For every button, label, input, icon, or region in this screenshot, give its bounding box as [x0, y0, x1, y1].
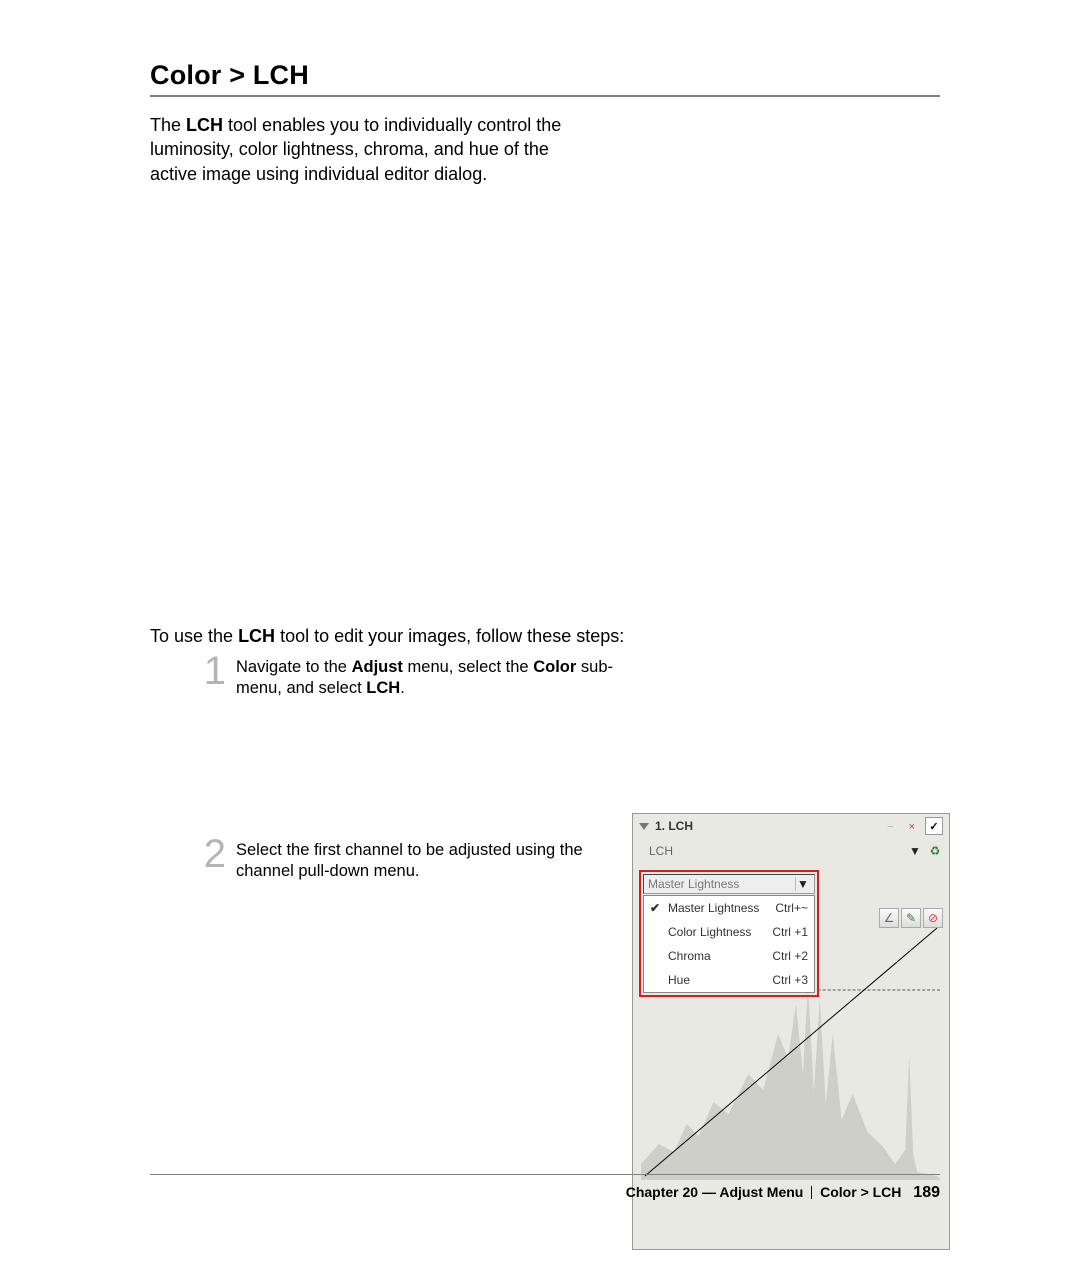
channel-combo[interactable]: Master Lightness ▼: [643, 874, 815, 894]
lead-text2: tool to edit your images, follow these s…: [275, 626, 624, 646]
chevron-down-icon[interactable]: ▼: [795, 877, 810, 891]
menu-shortcut: Ctrl +1: [772, 925, 808, 939]
t: .: [400, 679, 405, 697]
channel-menu-item[interactable]: Color Lightness Ctrl +1: [644, 920, 814, 944]
lead-paragraph: To use the LCH tool to edit your images,…: [150, 626, 940, 647]
t: menu, select the: [408, 658, 529, 676]
step-text: Navigate to the Adjust menu, select the …: [236, 655, 616, 698]
channel-menu: ✔ Master Lightness Ctrl+~ Color Lightnes…: [643, 895, 815, 993]
reset-icon[interactable]: ♻: [927, 844, 943, 858]
footer-rule: [150, 1174, 940, 1175]
footer-chapter: Chapter 20 — Adjust Menu: [626, 1184, 804, 1200]
channel-menu-item[interactable]: Hue Ctrl +3: [644, 968, 814, 992]
step-text: Select the first channel to be adjusted …: [236, 838, 616, 881]
channel-combo-value: Master Lightness: [648, 877, 795, 891]
intro-bold: LCH: [186, 115, 223, 135]
close-icon[interactable]: ×: [904, 819, 920, 835]
pencil-curve-icon[interactable]: ✎: [901, 908, 921, 928]
page-number: 189: [913, 1184, 940, 1201]
footer-separator-icon: [811, 1186, 812, 1199]
section-heading: Color > LCH: [150, 60, 940, 97]
curve-tools: ∠ ✎ ⊘: [879, 908, 943, 928]
reset-curve-icon[interactable]: ⊘: [923, 908, 943, 928]
panel-subtitle: LCH: [639, 844, 909, 858]
step-number: 1: [198, 651, 226, 691]
disclosure-triangle-icon[interactable]: [639, 823, 649, 830]
panel-titlebar: 1. LCH − × ✓: [633, 814, 949, 838]
intro-text: The: [150, 115, 186, 135]
lead-text: To use the: [150, 626, 238, 646]
menu-label: Master Lightness: [664, 901, 775, 915]
t: Navigate to the: [236, 658, 347, 676]
menu-shortcut: Ctrl+~: [775, 901, 808, 915]
linear-curve-icon[interactable]: ∠: [879, 908, 899, 928]
page-footer: Chapter 20 — Adjust Menu Color > LCH 189: [626, 1184, 940, 1202]
menu-shortcut: Ctrl +3: [772, 973, 808, 987]
t-bold: Color: [533, 658, 576, 676]
footer-crumb: Color > LCH: [820, 1184, 901, 1200]
menu-label: Chroma: [664, 949, 772, 963]
dropdown-icon[interactable]: ▼: [909, 844, 921, 858]
channel-menu-item[interactable]: ✔ Master Lightness Ctrl+~: [644, 896, 814, 920]
check-icon: ✔: [650, 901, 664, 915]
t-bold: Adjust: [352, 658, 403, 676]
panel-title-icons: − × ✓: [880, 817, 943, 835]
channel-menu-item[interactable]: Chroma Ctrl +2: [644, 944, 814, 968]
minimize-icon[interactable]: −: [882, 819, 898, 835]
step-1: 1 Navigate to the Adjust menu, select th…: [198, 655, 940, 698]
intro-paragraph: The LCH tool enables you to individually…: [150, 113, 580, 186]
lead-bold: LCH: [238, 626, 275, 646]
panel-toolbar: LCH ▼ ♻: [633, 838, 949, 864]
menu-label: Color Lightness: [664, 925, 772, 939]
apply-icon[interactable]: ✓: [925, 817, 943, 835]
menu-shortcut: Ctrl +2: [772, 949, 808, 963]
t-bold: LCH: [366, 679, 400, 697]
step-number: 2: [198, 834, 226, 874]
panel-title: 1. LCH: [655, 819, 880, 833]
channel-dropdown-highlight: Master Lightness ▼ ✔ Master Lightness Ct…: [639, 870, 819, 997]
menu-label: Hue: [664, 973, 772, 987]
